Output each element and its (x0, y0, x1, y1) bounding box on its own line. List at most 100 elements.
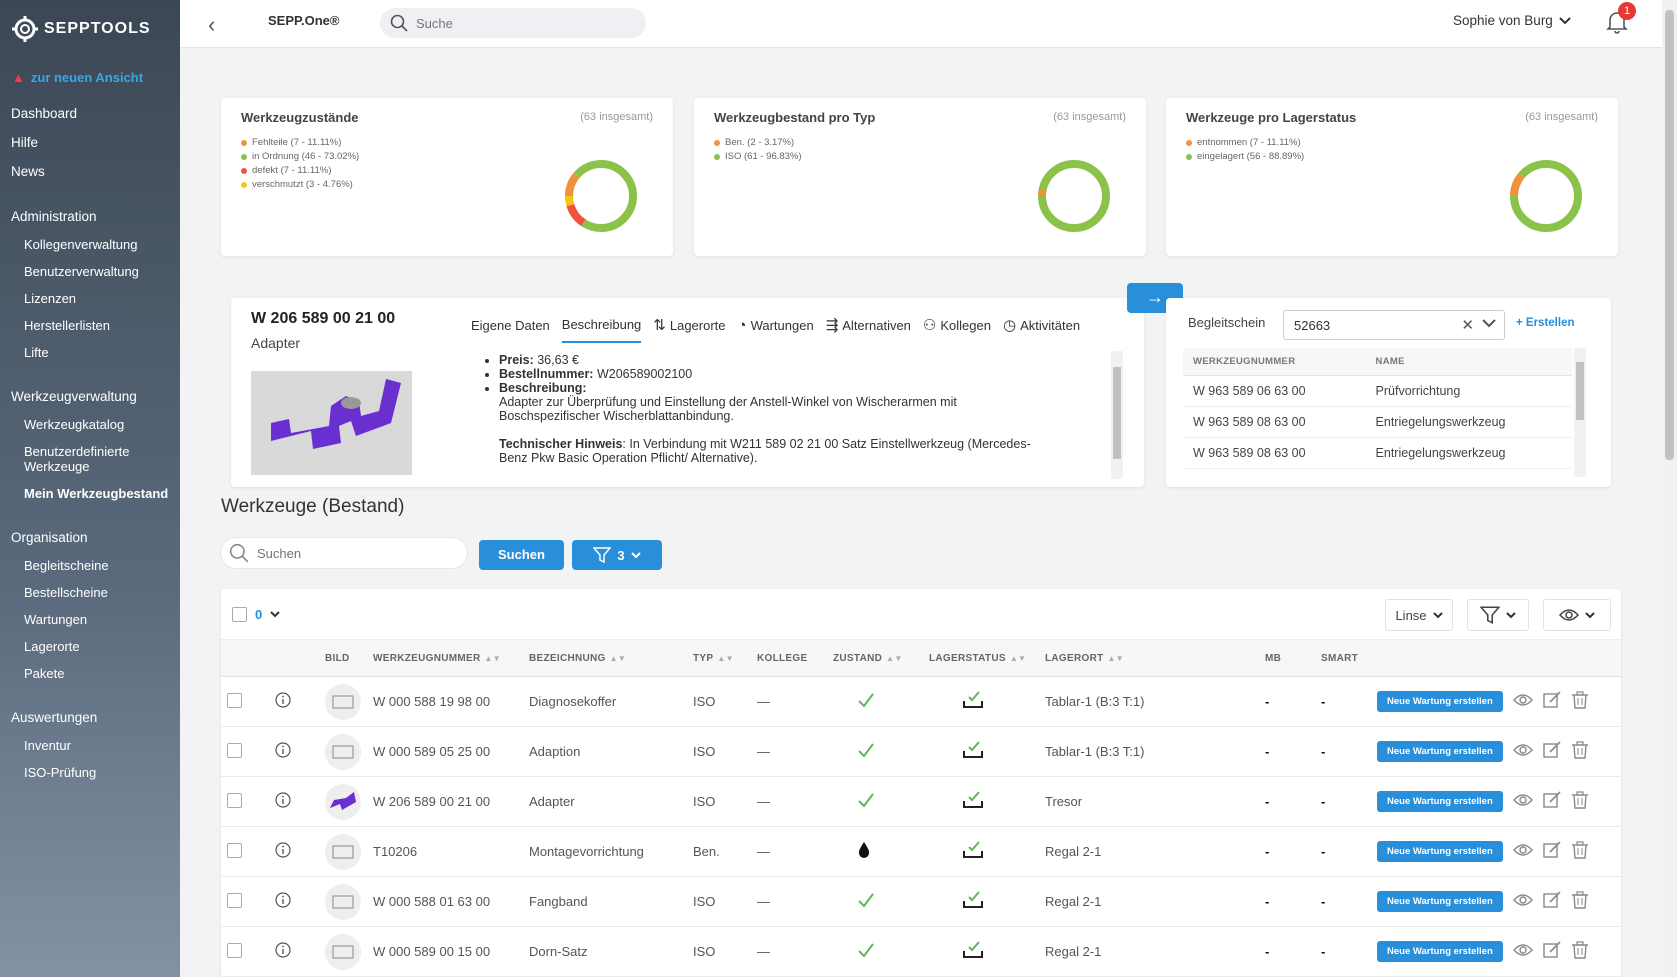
sidebar-item-lizenzen[interactable]: Lizenzen (0, 285, 180, 312)
sidebar-item-auswertungen[interactable]: Auswertungen (0, 703, 180, 732)
sidebar-item-bestellscheine[interactable]: Bestellscheine (0, 579, 180, 606)
trash-icon[interactable] (1571, 741, 1589, 762)
sidebar-item-administration[interactable]: Administration (0, 202, 180, 231)
col-zustand[interactable]: ZUSTAND ▲▼ (827, 639, 923, 677)
trash-icon[interactable] (1571, 791, 1589, 812)
begleitschein-select[interactable]: 52663 ✕ (1283, 310, 1505, 340)
tools-search-input[interactable] (257, 545, 437, 561)
table-row[interactable]: T10206 Montagevorrichtung Ben. — Regal 2-1- -… (221, 826, 1621, 877)
col-bezeichnung[interactable]: BEZEICHNUNG ▲▼ (523, 639, 687, 677)
sidebar-item-hilfe[interactable]: Hilfe (0, 128, 180, 157)
clear-icon[interactable]: ✕ (1461, 316, 1474, 334)
table-row[interactable]: W 963 589 08 63 00 Entriegelungswerkzeug (1183, 406, 1572, 438)
sidebar-item-inventur[interactable]: Inventur (0, 732, 180, 759)
new-maintenance-button[interactable]: Neue Wartung erstellen (1377, 891, 1503, 912)
new-maintenance-button[interactable]: Neue Wartung erstellen (1377, 741, 1503, 762)
sidebar-item-iso-pr-fung[interactable]: ISO-Prüfung (0, 759, 180, 786)
select-all[interactable]: 0 (232, 607, 280, 622)
edit-icon[interactable] (1543, 941, 1561, 962)
sidebar-item-herstellerlisten[interactable]: Herstellerlisten (0, 312, 180, 339)
trash-icon[interactable] (1571, 891, 1589, 912)
table-row[interactable]: W 000 588 01 63 00 Fangband ISO — Regal 2-1-… (221, 876, 1621, 927)
eye-icon[interactable] (1512, 693, 1533, 710)
user-menu[interactable]: Sophie von Burg (1453, 13, 1571, 28)
global-search[interactable] (380, 8, 646, 38)
sidebar-item-lifte[interactable]: Lifte (0, 339, 180, 366)
row-checkbox[interactable] (227, 942, 242, 958)
back-chevron-icon[interactable]: ‹ (208, 12, 215, 38)
new-maintenance-button[interactable]: Neue Wartung erstellen (1377, 791, 1503, 812)
row-checkbox[interactable] (227, 742, 242, 758)
sidebar-item-werkzeugverwaltung[interactable]: Werkzeugverwaltung (0, 382, 180, 411)
donut-segment[interactable] (1510, 160, 1582, 232)
sidebar-item-pakete[interactable]: Pakete (0, 660, 180, 687)
sidebar-item-organisation[interactable]: Organisation (0, 523, 180, 552)
tab-beschreibung[interactable]: Beschreibung (561, 316, 642, 343)
row-checkbox[interactable] (227, 892, 242, 908)
table-row[interactable]: W 963 589 06 63 00 Prüfvorrichtung (1183, 375, 1572, 407)
tab-aktivit-ten[interactable]: ◷ Aktivitäten (1003, 316, 1080, 343)
sidebar-item-news[interactable]: News (0, 157, 180, 186)
edit-icon[interactable] (1543, 891, 1561, 912)
edit-icon[interactable] (1543, 741, 1561, 762)
global-search-input[interactable] (416, 15, 616, 31)
row-checkbox[interactable] (227, 692, 242, 708)
eye-icon[interactable] (1512, 943, 1533, 960)
logo[interactable]: SEPPTOOLS (0, 0, 180, 48)
tools-search[interactable] (221, 538, 467, 568)
trash-icon[interactable] (1571, 941, 1589, 962)
column-filter-button[interactable] (1467, 599, 1529, 631)
info-icon[interactable] (275, 792, 291, 811)
info-icon[interactable] (275, 742, 291, 761)
new-maintenance-button[interactable]: Neue Wartung erstellen (1377, 941, 1503, 962)
page-scrollbar[interactable] (1662, 0, 1677, 977)
col-werkzeugnummer[interactable]: WERKZEUGNUMMER ▲▼ (367, 639, 523, 677)
col-lagerort[interactable]: LAGERORT ▲▼ (1039, 639, 1259, 677)
begleitschein-scrollbar[interactable] (1574, 348, 1586, 477)
tab-alternativen[interactable]: ⇶ Alternativen (826, 316, 911, 343)
filter-button[interactable]: 3 (572, 540, 662, 570)
sidebar-item-dashboard[interactable]: Dashboard (0, 99, 180, 128)
new-view-link[interactable]: ▲ zur neuen Ansicht (12, 70, 180, 85)
eye-icon[interactable] (1512, 843, 1533, 860)
search-button[interactable]: Suchen (479, 540, 564, 570)
view-select[interactable]: Linse (1385, 599, 1453, 631)
sidebar-item-wartungen[interactable]: Wartungen (0, 606, 180, 633)
table-row[interactable]: W 000 588 19 98 00 Diagnosekoffer ISO — Tabl… (221, 676, 1621, 727)
info-icon[interactable] (275, 842, 291, 861)
sidebar-item-benutzerdefinierte-werkzeuge[interactable]: Benutzerdefinierte Werkzeuge (0, 438, 180, 480)
sidebar-item-kollegenverwaltung[interactable]: Kollegenverwaltung (0, 231, 180, 258)
tab-lagerorte[interactable]: ⇅ Lagerorte (653, 316, 725, 343)
description-scrollbar[interactable] (1111, 351, 1123, 479)
eye-icon[interactable] (1512, 793, 1533, 810)
sidebar-item-lagerorte[interactable]: Lagerorte (0, 633, 180, 660)
info-icon[interactable] (275, 892, 291, 911)
table-row[interactable]: W 206 589 00 21 00 Adapter ISO — Tresor - - Neu… (221, 776, 1621, 827)
col-lagerstatus[interactable]: LAGERSTATUS ▲▼ (923, 639, 1039, 677)
tab-wartungen[interactable]: ◔ Wartungen (738, 316, 814, 343)
col-typ[interactable]: TYP ▲▼ (687, 639, 751, 677)
table-row[interactable]: W 000 589 05 25 00 Adaption ISO — Tablar-1 (… (221, 726, 1621, 777)
visibility-button[interactable] (1543, 599, 1611, 631)
new-maintenance-button[interactable]: Neue Wartung erstellen (1377, 841, 1503, 862)
sidebar-item-werkzeugkatalog[interactable]: Werkzeugkatalog (0, 411, 180, 438)
info-icon[interactable] (275, 942, 291, 961)
create-begleitschein-link[interactable]: + Erstellen (1516, 317, 1575, 329)
edit-icon[interactable] (1543, 841, 1561, 862)
chevron-down-icon[interactable] (1482, 316, 1496, 330)
table-row[interactable]: W 963 589 08 63 00 Entriegelungswerkzeug (1183, 437, 1572, 469)
select-all-checkbox[interactable] (232, 607, 247, 622)
trash-icon[interactable] (1571, 841, 1589, 862)
info-icon[interactable] (275, 692, 291, 711)
eye-icon[interactable] (1512, 743, 1533, 760)
tab-kollegen[interactable]: ⚇ Kollegen (923, 316, 991, 343)
row-checkbox[interactable] (227, 842, 242, 858)
trash-icon[interactable] (1571, 691, 1589, 712)
tab-eigene-daten[interactable]: Eigene Daten (471, 316, 550, 343)
table-row[interactable]: W 000 589 00 15 00 Dorn-Satz ISO — Regal 2-1… (221, 926, 1621, 977)
sidebar-item-begleitscheine[interactable]: Begleitscheine (0, 552, 180, 579)
edit-icon[interactable] (1543, 691, 1561, 712)
row-checkbox[interactable] (227, 792, 242, 808)
eye-icon[interactable] (1512, 893, 1533, 910)
edit-icon[interactable] (1543, 791, 1561, 812)
